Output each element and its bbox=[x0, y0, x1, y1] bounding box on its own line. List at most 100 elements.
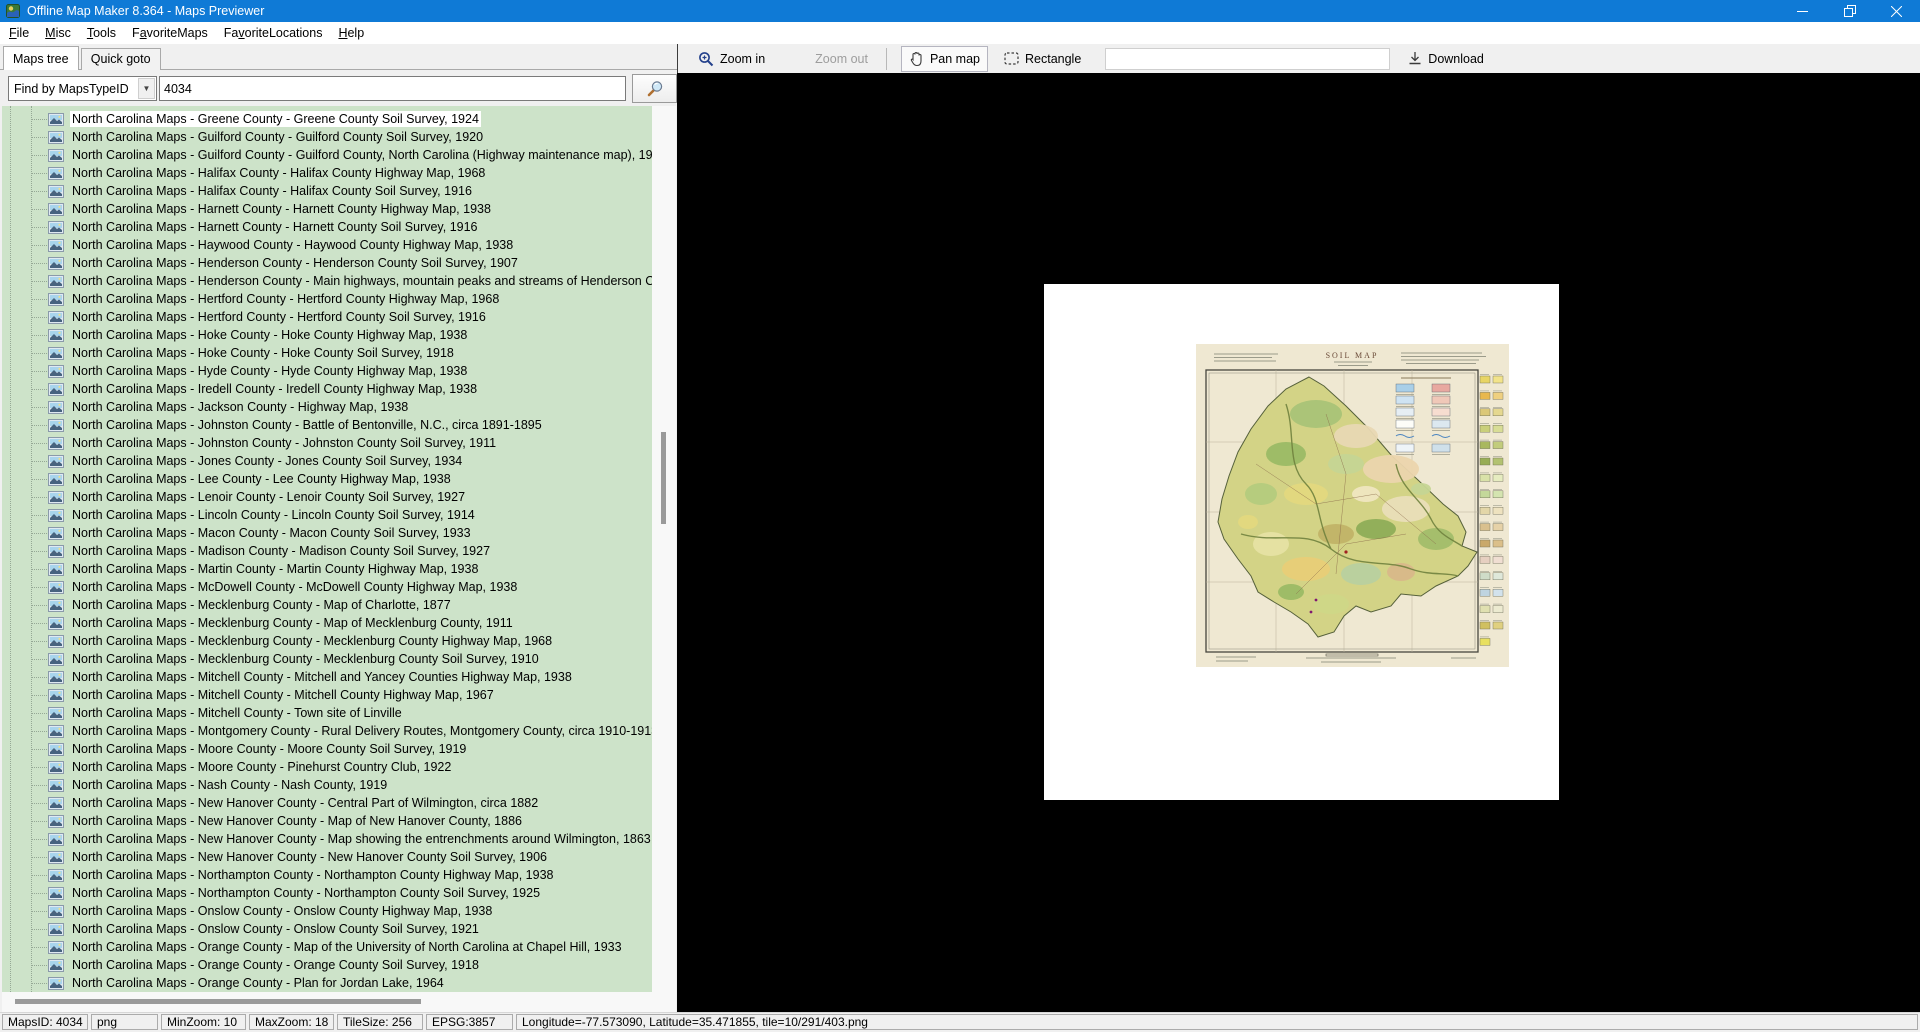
tree-item[interactable]: North Carolina Maps - Johnston County - … bbox=[2, 434, 652, 452]
tree-item[interactable]: North Carolina Maps - Harnett County - H… bbox=[2, 218, 652, 236]
restore-button[interactable] bbox=[1826, 0, 1873, 22]
tree-item-label: North Carolina Maps - Lincoln County - L… bbox=[70, 507, 477, 523]
map-image-icon bbox=[48, 383, 64, 396]
map-image-icon bbox=[48, 113, 64, 126]
menu-misc[interactable]: Misc bbox=[38, 23, 78, 43]
tree-item-label: North Carolina Maps - Mitchell County - … bbox=[70, 687, 496, 703]
close-button[interactable] bbox=[1873, 0, 1920, 22]
map-page[interactable]: SOIL MAP bbox=[1044, 284, 1559, 800]
menu-favoritemaps[interactable]: FavoriteMaps bbox=[125, 23, 215, 43]
tree-item[interactable]: North Carolina Maps - Mitchell County - … bbox=[2, 668, 652, 686]
search-input[interactable] bbox=[159, 76, 626, 101]
tree-item[interactable]: North Carolina Maps - Jackson County - H… bbox=[2, 398, 652, 416]
tree-item[interactable]: North Carolina Maps - Orange County - Pl… bbox=[2, 974, 652, 992]
tree-item[interactable]: North Carolina Maps - New Hanover County… bbox=[2, 794, 652, 812]
tree-item[interactable]: North Carolina Maps - Harnett County - H… bbox=[2, 200, 652, 218]
tree-item-label: North Carolina Maps - Guilford County - … bbox=[70, 147, 652, 163]
tree-item[interactable]: North Carolina Maps - New Hanover County… bbox=[2, 830, 652, 848]
horizontal-scrollbar[interactable] bbox=[2, 992, 676, 1012]
tree-item[interactable]: North Carolina Maps - Orange County - Or… bbox=[2, 956, 652, 974]
tree-item[interactable]: North Carolina Maps - Nash County - Nash… bbox=[2, 776, 652, 794]
tree-item[interactable]: North Carolina Maps - Northampton County… bbox=[2, 884, 652, 902]
status-panel-5: TileSize: 256 bbox=[337, 1014, 423, 1030]
map-image-icon bbox=[48, 347, 64, 360]
tree-item[interactable]: North Carolina Maps - Onslow County - On… bbox=[2, 902, 652, 920]
pan-map-button[interactable]: Pan map bbox=[901, 46, 988, 72]
zoom-out-button[interactable]: Zoom out bbox=[807, 47, 876, 71]
tree-item[interactable]: North Carolina Maps - Lenoir County - Le… bbox=[2, 488, 652, 506]
tree-item[interactable]: North Carolina Maps - Guilford County - … bbox=[2, 128, 652, 146]
tree-item[interactable]: North Carolina Maps - McDowell County - … bbox=[2, 578, 652, 596]
tree-item-label: North Carolina Maps - Mecklenburg County… bbox=[70, 651, 541, 667]
window-title: Offline Map Maker 8.364 - Maps Previewer bbox=[27, 4, 264, 18]
tree-item[interactable]: North Carolina Maps - Hertford County - … bbox=[2, 308, 652, 326]
map-image-icon bbox=[48, 761, 64, 774]
menu-file[interactable]: File bbox=[2, 23, 36, 43]
search-button[interactable] bbox=[632, 74, 677, 103]
tree-item[interactable]: North Carolina Maps - Mecklenburg County… bbox=[2, 596, 652, 614]
download-button[interactable]: Download bbox=[1400, 46, 1492, 71]
tree-item[interactable]: North Carolina Maps - Lincoln County - L… bbox=[2, 506, 652, 524]
tree-item[interactable]: North Carolina Maps - Hoke County - Hoke… bbox=[2, 344, 652, 362]
map-image-icon bbox=[48, 455, 64, 468]
tree-item[interactable]: North Carolina Maps - Lee County - Lee C… bbox=[2, 470, 652, 488]
tree-item[interactable]: North Carolina Maps - Hertford County - … bbox=[2, 290, 652, 308]
tree-item[interactable]: North Carolina Maps - Mitchell County - … bbox=[2, 686, 652, 704]
minimize-button[interactable] bbox=[1779, 0, 1826, 22]
menu-help[interactable]: Help bbox=[331, 23, 371, 43]
statusbar: MapsID: 4034pngMinZoom: 10MaxZoom: 18Til… bbox=[0, 1012, 1920, 1032]
tree-item[interactable]: North Carolina Maps - Montgomery County … bbox=[2, 722, 652, 740]
tree-item[interactable]: North Carolina Maps - Macon County - Mac… bbox=[2, 524, 652, 542]
map-image-icon bbox=[48, 311, 64, 324]
tree-item[interactable]: North Carolina Maps - Hoke County - Hoke… bbox=[2, 326, 652, 344]
tree-item[interactable]: North Carolina Maps - Jones County - Jon… bbox=[2, 452, 652, 470]
tree-item[interactable]: North Carolina Maps - Johnston County - … bbox=[2, 416, 652, 434]
map-toolbar: Zoom in Zoom out Pan map Rectangle Downl… bbox=[677, 44, 1920, 73]
tree-item[interactable]: North Carolina Maps - Iredell County - I… bbox=[2, 380, 652, 398]
tree-item[interactable]: North Carolina Maps - Henderson County -… bbox=[2, 272, 652, 290]
tree-item[interactable]: North Carolina Maps - Mecklenburg County… bbox=[2, 632, 652, 650]
map-image-icon bbox=[48, 581, 64, 594]
tab-maps-tree[interactable]: Maps tree bbox=[3, 46, 79, 70]
menu-favoritelocations[interactable]: FavoriteLocations bbox=[217, 23, 330, 43]
zoom-in-button[interactable]: Zoom in bbox=[690, 46, 773, 72]
vertical-scrollbar[interactable] bbox=[652, 106, 676, 992]
coordinate-input[interactable] bbox=[1105, 48, 1390, 70]
tree-item-label: North Carolina Maps - Moore County - Pin… bbox=[70, 759, 453, 775]
chevron-down-icon[interactable]: ▼ bbox=[138, 78, 155, 99]
tree-item-label: North Carolina Maps - Orange County - Pl… bbox=[70, 975, 446, 991]
tree-item[interactable]: North Carolina Maps - New Hanover County… bbox=[2, 812, 652, 830]
tree-item[interactable]: North Carolina Maps - Mecklenburg County… bbox=[2, 650, 652, 668]
tree-item-label: North Carolina Maps - Mecklenburg County… bbox=[70, 633, 554, 649]
tree-item[interactable]: North Carolina Maps - Henderson County -… bbox=[2, 254, 652, 272]
map-image-icon bbox=[48, 203, 64, 216]
tree-item[interactable]: North Carolina Maps - Moore County - Pin… bbox=[2, 758, 652, 776]
map-canvas[interactable]: SOIL MAP bbox=[677, 73, 1920, 1012]
tree-item[interactable]: North Carolina Maps - Haywood County - H… bbox=[2, 236, 652, 254]
tree-item-label: North Carolina Maps - Lee County - Lee C… bbox=[70, 471, 453, 487]
tree-item[interactable]: North Carolina Maps - Mecklenburg County… bbox=[2, 614, 652, 632]
tree-item[interactable]: North Carolina Maps - Mitchell County - … bbox=[2, 704, 652, 722]
tab-quick-goto[interactable]: Quick goto bbox=[81, 48, 161, 70]
map-image-icon bbox=[48, 401, 64, 414]
tabstrip: Maps treeQuick goto bbox=[0, 46, 677, 70]
tree-item[interactable]: North Carolina Maps - New Hanover County… bbox=[2, 848, 652, 866]
tree-item[interactable]: North Carolina Maps - Madison County - M… bbox=[2, 542, 652, 560]
tree-item[interactable]: North Carolina Maps - Onslow County - On… bbox=[2, 920, 652, 938]
tree-item[interactable]: North Carolina Maps - Greene County - Gr… bbox=[2, 110, 652, 128]
tree-item[interactable]: North Carolina Maps - Halifax County - H… bbox=[2, 182, 652, 200]
rectangle-button[interactable]: Rectangle bbox=[996, 47, 1089, 71]
tree-item[interactable]: North Carolina Maps - Northampton County… bbox=[2, 866, 652, 884]
menu-tools[interactable]: Tools bbox=[80, 23, 123, 43]
horizontal-scrollbar-thumb[interactable] bbox=[15, 999, 421, 1004]
tree-item[interactable]: North Carolina Maps - Guilford County - … bbox=[2, 146, 652, 164]
vertical-scrollbar-thumb[interactable] bbox=[661, 432, 666, 524]
tree-item[interactable]: North Carolina Maps - Halifax County - H… bbox=[2, 164, 652, 182]
tree-item[interactable]: North Carolina Maps - Hyde County - Hyde… bbox=[2, 362, 652, 380]
tree-item[interactable]: North Carolina Maps - Martin County - Ma… bbox=[2, 560, 652, 578]
tree-item-label: North Carolina Maps - Hertford County - … bbox=[70, 291, 501, 307]
map-image-icon bbox=[48, 275, 64, 288]
tree-item[interactable]: North Carolina Maps - Orange County - Ma… bbox=[2, 938, 652, 956]
filter-combobox[interactable]: Find by MapsTypeID ▼ bbox=[8, 76, 157, 101]
tree-item[interactable]: North Carolina Maps - Moore County - Moo… bbox=[2, 740, 652, 758]
